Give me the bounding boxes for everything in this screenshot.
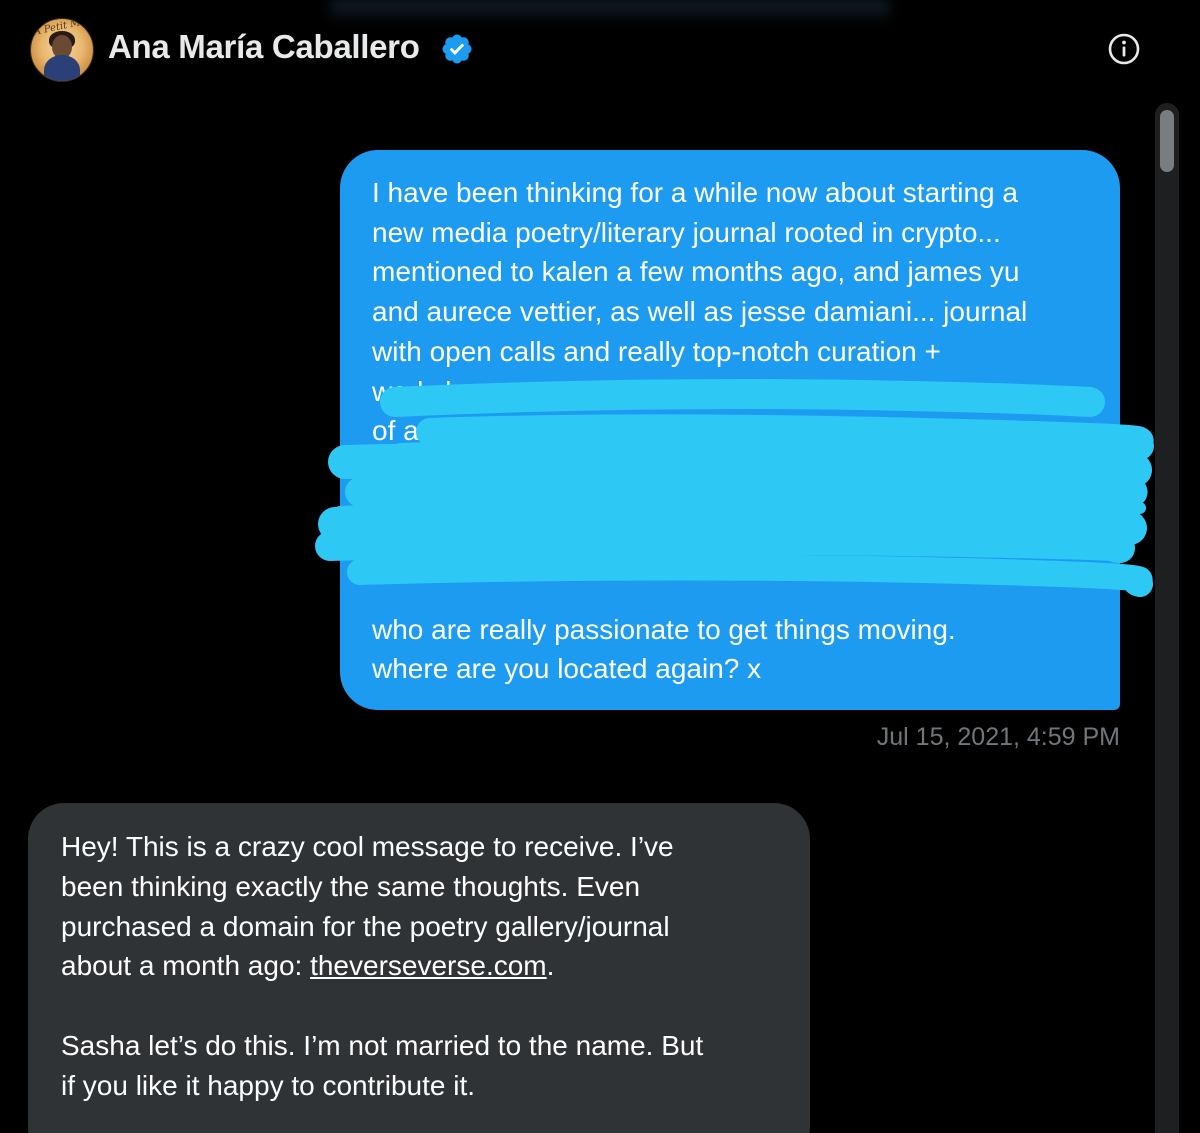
contact-name[interactable]: Ana María Caballero	[108, 28, 420, 66]
sent-message-line: I have been thinking for a while now abo…	[372, 177, 1018, 208]
received-message-line: if you like it happy to contribute it.	[61, 1069, 475, 1101]
received-message-line: purchased a domain for the poetry galler…	[61, 910, 670, 942]
sent-message-line	[372, 451, 1090, 491]
sent-message-line: who are really passionate to get things …	[372, 613, 956, 645]
scrollbar-track[interactable]	[1155, 103, 1179, 1133]
avatar[interactable]: A Petit Mot	[30, 18, 94, 82]
header-glow	[330, 0, 890, 22]
sent-message-bubble[interactable]: I have been thinking for a while now abo…	[340, 150, 1120, 710]
domain-link[interactable]: theverseverse.com	[310, 950, 547, 981]
received-message-line: Sasha let’s do this. I’m not married to …	[61, 1029, 704, 1061]
received-message-text: .	[546, 950, 555, 982]
sent-message-line	[372, 491, 1090, 531]
sent-message-line: where are you located again? x	[372, 653, 762, 685]
conversation-header: A Petit Mot Ana María Caballero	[0, 0, 1200, 100]
sent-message-line	[372, 570, 1090, 610]
sent-message-line: mentioned to kalen a few months ago, and…	[372, 256, 1020, 288]
received-message-line: been thinking exactly the same thoughts.…	[61, 870, 641, 902]
message-timestamp: Jul 15, 2021, 4:59 PM	[876, 723, 1120, 751]
received-message-line: Hey! This is a crazy cool message to rec…	[61, 831, 674, 862]
received-message-line: about a month ago: theverseverse.com.	[61, 946, 780, 986]
received-message-text: about a month ago:	[61, 950, 311, 982]
scrollbar-thumb[interactable]	[1160, 110, 1174, 172]
message-spacer	[61, 986, 780, 1026]
sent-message-line: of a	[372, 415, 419, 447]
sent-message-line: new media poetry/literary journal rooted…	[372, 216, 1001, 248]
sent-message-line	[372, 530, 1090, 570]
info-icon[interactable]	[1107, 32, 1141, 66]
received-message-bubble[interactable]: Hey! This is a crazy cool message to rec…	[28, 803, 810, 1133]
dm-conversation-screen: A Petit Mot Ana María Caballero I have b…	[0, 0, 1200, 1133]
sent-message-line: and aurece vettier, as well as jesse dam…	[372, 296, 1028, 328]
sent-message-line: with open calls and really top-notch cur…	[372, 335, 941, 367]
verified-badge-icon	[442, 34, 472, 64]
avatar-body	[44, 55, 80, 81]
sent-message-line: workshops + conference etc... was	[372, 375, 803, 407]
